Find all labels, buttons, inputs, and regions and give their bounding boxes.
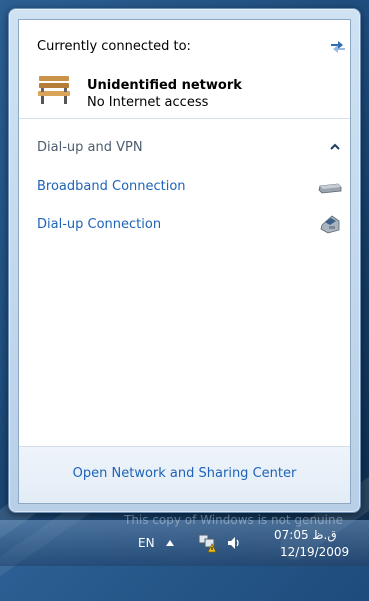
open-network-sharing-center-link[interactable]: Open Network and Sharing Center: [19, 466, 350, 481]
language-indicator[interactable]: EN: [138, 536, 155, 550]
network-flyout: Currently connected to: Unidentified net…: [8, 8, 361, 513]
not-genuine-watermark: This copy of Windows is not genuine: [124, 513, 343, 527]
current-connection-area: Currently connected to: Unidentified net…: [19, 20, 350, 117]
phone-icon: [320, 215, 340, 234]
network-name: Unidentified network: [87, 78, 242, 93]
dialup-connection-link[interactable]: Dial-up Connection: [37, 217, 161, 232]
bench-icon: [38, 76, 70, 104]
flyout-footer: Open Network and Sharing Center: [19, 446, 350, 503]
show-hidden-icons-arrow-icon[interactable]: [166, 540, 174, 546]
dialup-vpn-header: Dial-up and VPN: [37, 140, 143, 155]
section-divider: [19, 118, 350, 119]
broadband-connection-link[interactable]: Broadband Connection: [37, 179, 186, 194]
flyout-panel: Currently connected to: Unidentified net…: [18, 19, 351, 504]
network-status: No Internet access: [87, 95, 209, 110]
collapse-chevron-icon[interactable]: [328, 140, 342, 154]
clock-time[interactable]: ق.ظ 07:05: [274, 528, 337, 542]
currently-connected-label: Currently connected to:: [37, 39, 191, 54]
network-warning-tray-icon[interactable]: [196, 533, 218, 553]
modem-icon: [318, 183, 342, 194]
refresh-icon[interactable]: [328, 38, 348, 54]
volume-icon[interactable]: [226, 535, 242, 551]
clock-date[interactable]: 12/19/2009: [280, 545, 349, 559]
